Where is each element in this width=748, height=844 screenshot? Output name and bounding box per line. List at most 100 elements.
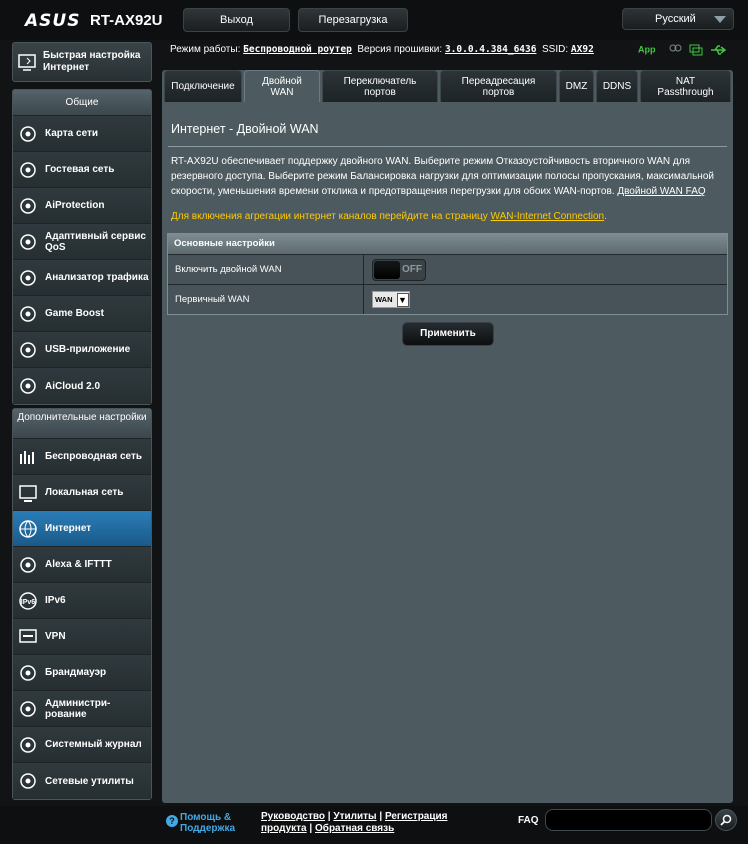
sidebar-item-label: AiCloud 2.0 <box>45 380 101 392</box>
quick-setup-label: Быстрая настройка Интернет <box>43 50 141 73</box>
tab-dual-wan[interactable]: Двойной WAN <box>244 70 320 102</box>
dual-wan-faq-link[interactable]: Двойной WAN FAQ <box>617 186 705 197</box>
sidebar-item-globe[interactable]: Интернет <box>13 511 151 547</box>
primary-wan-select[interactable]: WAN ▼ <box>372 291 410 308</box>
reboot-button[interactable]: Перезагрузка <box>298 8 408 32</box>
tab-ddns[interactable]: DDNS <box>596 70 638 102</box>
ssid-value[interactable]: AX92 <box>571 44 594 55</box>
sidebar-item-label: Alexa & IFTTT <box>45 559 112 570</box>
sidebar-item-lan[interactable]: Локальная сеть <box>13 475 151 511</box>
tab-connection[interactable]: Подключение <box>164 70 242 102</box>
help-line-1: Помощь & <box>180 812 232 823</box>
usb-icon <box>17 339 39 361</box>
asus-logo[interactable]: ASUS <box>25 11 80 31</box>
general-header: Общие <box>13 90 151 116</box>
title-divider <box>168 146 727 147</box>
sidebar-item-aicloud[interactable]: AiCloud 2.0 <box>13 368 151 404</box>
sidebar-item-label: VPN <box>45 631 66 642</box>
tab-port-switch[interactable]: Переключатель портов <box>322 70 438 102</box>
clients-icon[interactable] <box>668 44 682 56</box>
sidebar-item-qos[interactable]: Адаптивный сервис QoS <box>13 224 151 260</box>
note-text: Для включения агрегации интернет каналов… <box>171 211 488 222</box>
vpn-icon <box>17 626 39 648</box>
faq-label: FAQ <box>518 815 539 826</box>
mode-label: Режим работы: <box>170 44 241 55</box>
chevron-down-icon: ▼ <box>396 292 409 307</box>
sidebar-item-admin[interactable]: Администри-рование <box>13 691 151 727</box>
help-icon: ? <box>166 815 178 827</box>
app-link[interactable]: App <box>638 45 656 55</box>
svg-text:IPv6: IPv6 <box>21 599 36 606</box>
status-bar: Режим работы: Беспроводной роутер Версия… <box>170 44 594 55</box>
aggregation-note: Для включения агрегации интернет каналов… <box>171 211 607 222</box>
sidebar-item-label: Локальная сеть <box>45 487 124 498</box>
sidebar-item-label: Game Boost <box>45 308 104 319</box>
utilities-link[interactable]: Утилиты <box>333 811 376 822</box>
registration-link[interactable]: Регистрация <box>385 811 448 822</box>
sidebar-item-label: Беспроводная сеть <box>45 451 143 462</box>
table-row: Включить двойной WAN OFF <box>168 254 727 284</box>
dual-wan-toggle[interactable]: OFF <box>372 258 426 281</box>
search-button[interactable] <box>715 809 737 831</box>
network-tools-icon <box>17 770 39 792</box>
manual-link[interactable]: Руководство <box>261 811 325 822</box>
network-map-icon <box>17 123 39 145</box>
sidebar-item-label: USB-приложение <box>45 344 131 355</box>
sidebar-item-label: Гостевая сеть <box>45 164 115 175</box>
tab-dmz[interactable]: DMZ <box>559 70 594 102</box>
table-header: Основные настройки <box>168 234 727 254</box>
chevron-down-icon <box>714 16 726 23</box>
sidebar-item-label: Брандмауэр <box>45 667 107 678</box>
fw-value[interactable]: 3.0.0.4.384_6436 <box>445 44 537 55</box>
faq-search-input[interactable] <box>545 809 712 831</box>
sidebar-item-label: Системный журнал <box>45 739 142 750</box>
search-icon <box>720 814 732 826</box>
traffic-analyzer-icon <box>17 267 39 289</box>
sidebar-item-network-map[interactable]: Карта сети <box>13 116 151 152</box>
sidebar-item-label: Сетевые утилиты <box>45 775 134 787</box>
logout-button[interactable]: Выход <box>183 8 290 32</box>
settings-table: Основные настройки Включить двойной WAN … <box>167 233 728 315</box>
advanced-header: Дополнительные настройки <box>13 409 151 439</box>
sidebar-item-ipv6[interactable]: IPv6 IPv6 <box>13 583 151 619</box>
feedback-link[interactable]: Обратная связь <box>315 823 394 834</box>
status-icons: App <box>638 44 727 56</box>
tab-port-forwarding[interactable]: Переадресация портов <box>440 70 557 102</box>
sidebar-item-network-tools[interactable]: Сетевые утилиты <box>13 763 151 799</box>
mode-value[interactable]: Беспроводной роутер <box>243 44 352 55</box>
qos-icon <box>17 231 39 253</box>
quick-setup-button[interactable]: Быстрая настройка Интернет <box>12 42 152 82</box>
general-menu: Общие Карта сети Гостевая сеть AiProtectio… <box>12 89 152 405</box>
sidebar-item-gamepad[interactable]: Game Boost <box>13 296 151 332</box>
sidebar-item-firewall[interactable]: Брандмауэр <box>13 655 151 691</box>
advanced-menu: Дополнительные настройки Беспроводная се… <box>12 408 152 800</box>
wan-connection-link[interactable]: WAN-Internet Connection <box>491 211 605 222</box>
sidebar-item-aiprotection[interactable]: AiProtection <box>13 188 151 224</box>
help-support-link[interactable]: ? Помощь & Поддержка <box>166 812 235 834</box>
sidebar-item-traffic-analyzer[interactable]: Анализатор трафика <box>13 260 151 296</box>
lan-icon <box>17 482 39 504</box>
language-select[interactable]: Русский <box>622 8 734 30</box>
fw-label: Версия прошивки: <box>357 44 443 55</box>
sidebar-item-wireless[interactable]: Беспроводная сеть <box>13 439 151 475</box>
apply-button[interactable]: Применить <box>402 322 494 346</box>
wireless-icon <box>17 446 39 468</box>
top-bar: ASUS RT-AX92U Выход Перезагрузка Русский <box>0 0 748 40</box>
tab-bar: Подключение Двойной WAN Переключатель по… <box>162 70 733 102</box>
tab-nat-passthrough[interactable]: NAT Passthrough <box>640 70 731 102</box>
ssid-label: SSID: <box>542 44 569 55</box>
sidebar-item-usb[interactable]: USB-приложение <box>13 332 151 368</box>
toggle-state: OFF <box>402 263 422 275</box>
sidebar-item-syslog[interactable]: Системный журнал <box>13 727 151 763</box>
router-model: RT-AX92U <box>90 12 163 29</box>
globe-icon <box>17 518 39 540</box>
sidebar-item-guest-network[interactable]: Гостевая сеть <box>13 152 151 188</box>
sidebar-item-alexa[interactable]: Alexa & IFTTT <box>13 547 151 583</box>
enable-dual-wan-label: Включить двойной WAN <box>168 255 364 284</box>
sidebar-item-label: Адаптивный сервис QoS <box>45 230 146 253</box>
usb-status-icon[interactable] <box>710 44 727 56</box>
table-row: Первичный WAN WAN ▼ <box>168 284 727 314</box>
product-link[interactable]: продукта <box>261 823 307 834</box>
sidebar-item-vpn[interactable]: VPN <box>13 619 151 655</box>
internet-status-icon[interactable] <box>689 44 703 56</box>
